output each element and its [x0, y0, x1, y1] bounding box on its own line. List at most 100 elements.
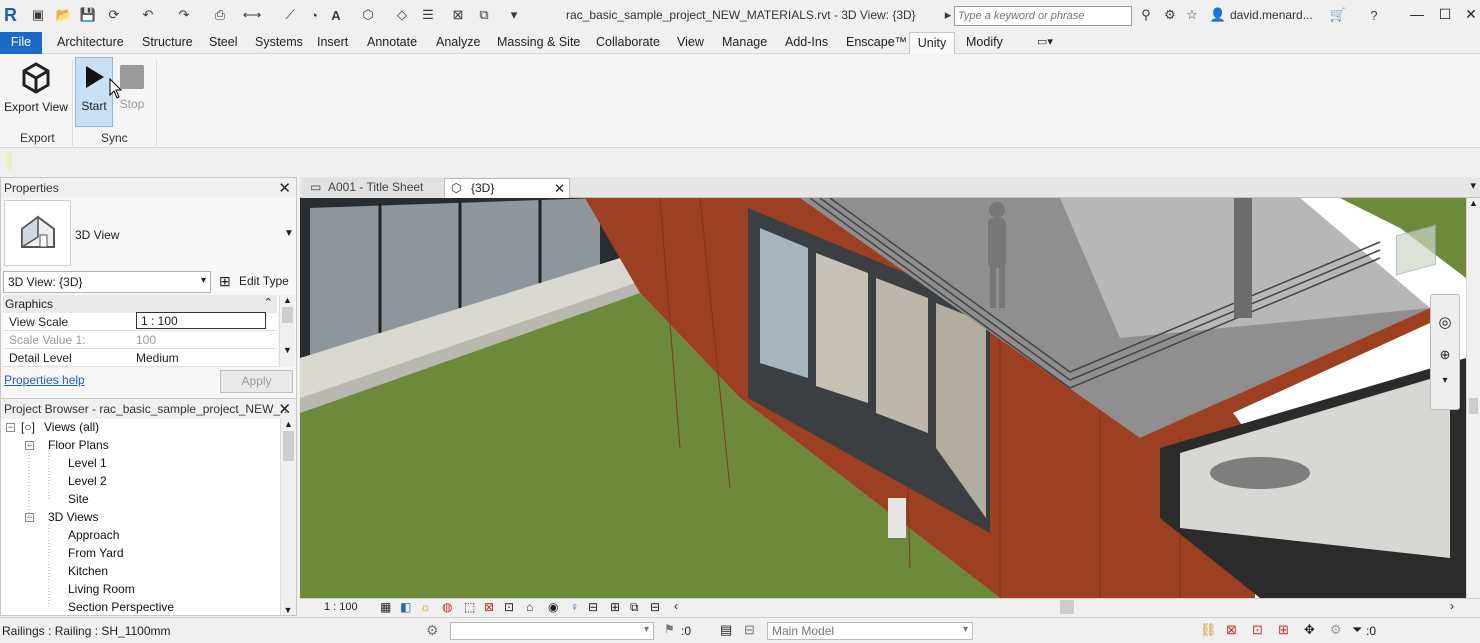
- nav-expand-icon[interactable]: ▾: [1431, 375, 1459, 386]
- show-crop-icon[interactable]: ⊡: [504, 600, 514, 614]
- viewport-scrollbar[interactable]: ▲: [1466, 198, 1480, 598]
- tab-manage[interactable]: Manage: [717, 32, 772, 54]
- view-scale[interactable]: 1 : 100: [324, 601, 358, 613]
- tab-systems[interactable]: Systems: [250, 32, 308, 54]
- shadows-icon[interactable]: ◍: [442, 600, 452, 614]
- drag-elements-icon[interactable]: ✥: [1304, 622, 1315, 638]
- editable-only-icon[interactable]: ⊟: [744, 622, 755, 638]
- tab-modify[interactable]: Modify: [961, 32, 1008, 54]
- view-scale-input[interactable]: 1 : 100: [136, 312, 266, 329]
- select-links-icon[interactable]: ⛓: [1200, 622, 1217, 638]
- search-input[interactable]: [954, 6, 1132, 26]
- render-icon[interactable]: ⬚: [464, 600, 475, 614]
- tab-analyze[interactable]: Analyze: [431, 32, 485, 54]
- select-pinned-icon[interactable]: ⊡: [1252, 622, 1263, 638]
- design-options-icon[interactable]: ▤: [720, 622, 732, 638]
- zoom-icon[interactable]: ⊕: [1431, 347, 1459, 363]
- steering-wheel-icon[interactable]: ◎: [1431, 313, 1459, 331]
- tree-leaf-section-perspective[interactable]: Section Perspective: [68, 600, 174, 614]
- tab-3d-view[interactable]: ⬡ {3D} ✕: [444, 178, 570, 198]
- background-process-icon[interactable]: ⚙: [1330, 622, 1342, 638]
- tab-list-dropdown-icon[interactable]: ▾: [1470, 179, 1476, 192]
- tab-add-ins[interactable]: Add-Ins: [780, 32, 833, 54]
- help-icon[interactable]: ?: [1366, 7, 1382, 23]
- worksharing-display-icon[interactable]: ⊟: [588, 600, 598, 614]
- temp-hide-icon[interactable]: ◉: [548, 600, 558, 614]
- tab-unity[interactable]: Unity: [909, 32, 955, 54]
- type-thumbnail[interactable]: [4, 200, 71, 266]
- close-tab-icon[interactable]: ✕: [554, 179, 565, 198]
- tree-leaf-level-1[interactable]: Level 1: [68, 456, 107, 470]
- subscription-icon[interactable]: ⚙: [1162, 7, 1178, 23]
- search-binoculars-icon[interactable]: ⚲: [1138, 7, 1154, 23]
- collapse-icon[interactable]: ⌃: [264, 296, 273, 309]
- apply-button[interactable]: Apply: [220, 370, 293, 393]
- tab-view[interactable]: View: [672, 32, 709, 54]
- type-dropdown-icon[interactable]: ▼: [284, 228, 294, 239]
- tab-steel[interactable]: Steel: [204, 32, 243, 54]
- tab-structure[interactable]: Structure: [137, 32, 198, 54]
- section-icon[interactable]: ◇: [394, 7, 410, 23]
- tab-insert[interactable]: Insert: [312, 32, 353, 54]
- tab-collaborate[interactable]: Collaborate: [591, 32, 665, 54]
- tree-leaf-level-2[interactable]: Level 2: [68, 474, 107, 488]
- default-3d-view-icon[interactable]: ⬡: [360, 7, 376, 23]
- thin-lines-icon[interactable]: ☰: [420, 7, 436, 23]
- maximize-icon[interactable]: ☐: [1434, 6, 1456, 26]
- tab-file[interactable]: File: [0, 32, 42, 54]
- save-icon[interactable]: 💾: [80, 7, 96, 23]
- ribbon-options-icon[interactable]: ▭▾: [1032, 32, 1058, 54]
- scroll-thumb[interactable]: [283, 431, 294, 461]
- redo-icon[interactable]: ↷: [176, 7, 192, 23]
- user-icon[interactable]: 👤: [1210, 7, 1226, 23]
- selection-filter-icon[interactable]: ⏷: [1352, 622, 1362, 638]
- scroll-up-icon[interactable]: ▲: [281, 419, 296, 429]
- select-underlay-icon[interactable]: ⊠: [1226, 622, 1237, 638]
- visual-style-icon[interactable]: ◧: [400, 600, 411, 614]
- scroll-left-icon[interactable]: ‹: [674, 599, 678, 613]
- 3d-viewport[interactable]: ◎ ⊕ ▾: [300, 198, 1466, 598]
- scroll-up-icon[interactable]: ▲: [1467, 198, 1480, 208]
- lock-3d-icon[interactable]: ⌂: [526, 600, 533, 614]
- property-row[interactable]: Detail Level Medium: [3, 349, 277, 367]
- properties-scrollbar[interactable]: ▲ ▼: [279, 295, 295, 367]
- properties-help-link[interactable]: Properties help: [4, 373, 85, 387]
- horizontal-scroll-thumb[interactable]: [1060, 600, 1074, 614]
- workset-select[interactable]: ▾: [450, 622, 654, 640]
- tab-annotate[interactable]: Annotate: [362, 32, 422, 54]
- sync-central-icon[interactable]: ⟳: [106, 7, 122, 23]
- tab-enscape[interactable]: Enscape™: [841, 32, 912, 54]
- text-icon[interactable]: A: [328, 7, 344, 23]
- tree-leaf-kitchen[interactable]: Kitchen: [68, 564, 108, 578]
- print-icon[interactable]: ⎙: [212, 7, 228, 23]
- tree-leaf-approach[interactable]: Approach: [68, 528, 119, 542]
- edit-type-button[interactable]: ⊞ Edit Type: [215, 271, 295, 293]
- tree-leaf-from-yard[interactable]: From Yard: [68, 546, 124, 560]
- scroll-up-icon[interactable]: ▲: [280, 295, 295, 305]
- cart-icon[interactable]: 🛒: [1330, 7, 1346, 23]
- open-icon[interactable]: 📂: [56, 7, 72, 23]
- favorites-star-icon[interactable]: ☆: [1184, 7, 1200, 23]
- scroll-down-icon[interactable]: ▼: [280, 345, 295, 355]
- minimize-icon[interactable]: —: [1406, 6, 1428, 26]
- close-hidden-icon[interactable]: ⊠: [450, 7, 466, 23]
- view-instance-select[interactable]: 3D View: {3D} ▾: [3, 271, 211, 293]
- sun-path-icon[interactable]: ☼: [420, 600, 431, 614]
- detail-level-icon[interactable]: ▦: [380, 600, 391, 614]
- select-by-face-icon[interactable]: ⊞: [1278, 622, 1289, 638]
- design-option-select[interactable]: Main Model ▾: [767, 622, 973, 640]
- temp-view-properties-icon[interactable]: ⊞: [610, 600, 620, 614]
- scroll-thumb[interactable]: [282, 307, 293, 323]
- close-window-icon[interactable]: ✕: [1460, 6, 1480, 26]
- reveal-hidden-icon[interactable]: ♀: [570, 600, 579, 614]
- tab-architecture[interactable]: Architecture: [52, 32, 129, 54]
- measure-icon[interactable]: ⟷: [243, 7, 262, 23]
- browser-scrollbar[interactable]: ▲ ▼: [280, 419, 296, 615]
- scroll-right-icon[interactable]: ›: [1450, 599, 1454, 613]
- tree-leaf-living-room[interactable]: Living Room: [68, 582, 135, 596]
- align-dimension-icon[interactable]: ⟋: [282, 7, 298, 23]
- tab-massing-site[interactable]: Massing & Site: [492, 32, 585, 54]
- property-group-header[interactable]: Graphics ⌃: [3, 295, 277, 313]
- close-icon[interactable]: ✕: [278, 400, 291, 420]
- analytical-model-icon[interactable]: ⧉: [630, 600, 639, 615]
